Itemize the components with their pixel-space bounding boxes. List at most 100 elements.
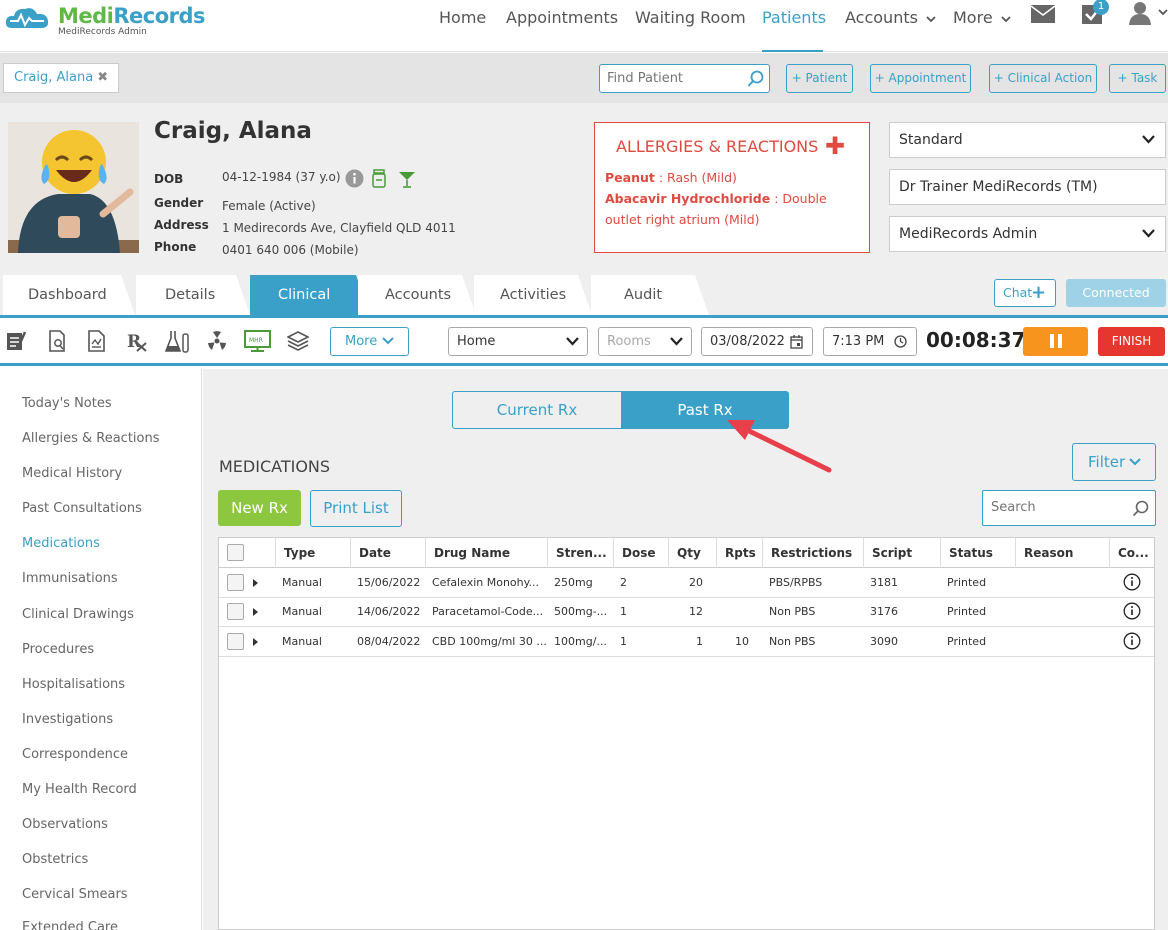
select-all-checkbox[interactable] [227, 544, 244, 561]
new-rx-button[interactable]: New Rx [218, 490, 301, 526]
nav-waiting-room[interactable]: Waiting Room [635, 6, 746, 52]
nav-appointments[interactable]: Appointments [506, 6, 618, 52]
expand-row-icon[interactable] [253, 579, 258, 587]
search-icon[interactable] [747, 70, 765, 88]
add-patient-button[interactable]: + Patient [786, 64, 853, 93]
sidebar-item-my-health-record[interactable]: My Health Record [22, 782, 137, 797]
nav-more[interactable]: More [953, 6, 1011, 52]
chat-button[interactable]: Chat + [994, 279, 1056, 307]
table-row[interactable]: Manual 15/06/2022 Cefalexin Monohy... 25… [219, 568, 1154, 598]
cocktail-glass-icon[interactable] [398, 170, 416, 188]
info-icon[interactable] [345, 169, 364, 188]
clock-icon[interactable] [894, 335, 907, 348]
column-header-type[interactable]: Type [275, 538, 351, 568]
finish-button[interactable]: FINISH [1098, 327, 1165, 356]
my-health-record-icon[interactable]: MHR [244, 330, 271, 352]
tab-clinical[interactable]: Clinical [250, 275, 370, 315]
print-list-button[interactable]: Print List [310, 490, 402, 527]
info-circle-icon[interactable] [1123, 602, 1141, 620]
add-allergy-icon[interactable]: ✚ [825, 132, 845, 160]
tab-activities[interactable]: Activities [474, 275, 592, 315]
filter-button[interactable]: Filter [1072, 443, 1156, 481]
close-icon[interactable]: ✖ [97, 70, 108, 85]
column-header-restrictions[interactable]: Restrictions [762, 538, 864, 568]
column-header-qty[interactable]: Qty [668, 538, 717, 568]
rooms-select[interactable]: Rooms [598, 327, 692, 356]
plus-icon: + [1031, 282, 1047, 303]
user-icon[interactable] [1128, 0, 1168, 26]
expand-row-icon[interactable] [253, 638, 258, 646]
medication-search-input[interactable] [991, 491, 1131, 523]
find-patient-input[interactable] [607, 65, 747, 91]
nav-accounts[interactable]: Accounts [845, 6, 936, 52]
column-header-rpts[interactable]: Rpts [716, 538, 763, 568]
sidebar-item-obstetrics[interactable]: Obstetrics [22, 852, 88, 867]
column-header-drug-name[interactable]: Drug Name [425, 538, 547, 568]
row-checkbox[interactable] [227, 633, 244, 650]
sidebar-item-correspondence[interactable]: Correspondence [22, 747, 128, 762]
sidebar-item-clinical-drawings[interactable]: Clinical Drawings [22, 607, 134, 622]
report-document-icon[interactable] [88, 330, 106, 352]
column-header-dose[interactable]: Dose [613, 538, 669, 568]
tab-dashboard[interactable]: Dashboard [3, 275, 135, 315]
radiation-icon[interactable] [206, 330, 228, 352]
tab-accounts[interactable]: Accounts [358, 275, 476, 315]
add-clinical-action-button[interactable]: + Clinical Action [989, 64, 1097, 93]
tab-details[interactable]: Details [136, 275, 250, 315]
column-header-strength[interactable]: Stren... [547, 538, 614, 568]
location-select[interactable]: Home [448, 327, 588, 356]
sidebar-item-immunisations[interactable]: Immunisations [22, 571, 118, 586]
billing-type-select[interactable]: Standard [889, 122, 1166, 158]
sidebar-item-past-consultations[interactable]: Past Consultations [22, 501, 142, 516]
current-rx-toggle[interactable]: Current Rx [452, 391, 622, 429]
table-row[interactable]: Manual 08/04/2022 CBD 100mg/ml 30 ... 10… [219, 627, 1154, 657]
sidebar-item-cervical-smears[interactable]: Cervical Smears [22, 887, 128, 902]
cell-status: Printed [947, 635, 987, 648]
date-field[interactable]: 03/08/2022 [701, 327, 813, 356]
nav-patients[interactable]: Patients [762, 6, 826, 52]
column-header-date[interactable]: Date [350, 538, 426, 568]
sidebar-item-extended-care[interactable]: Extended Care [22, 920, 118, 930]
column-header-status[interactable]: Status [940, 538, 1016, 568]
patient-tab[interactable]: Craig, Alana ✖ [3, 63, 120, 93]
sidebar-item-observations[interactable]: Observations [22, 817, 108, 832]
sidebar-item-medical-history[interactable]: Medical History [22, 466, 122, 481]
prescription-rx-icon[interactable]: R [127, 330, 148, 352]
pause-button[interactable] [1023, 327, 1088, 356]
stack-layers-icon[interactable] [287, 330, 309, 352]
practitioner-field[interactable]: Dr Trainer MediRecords (TM) [889, 169, 1166, 205]
sidebar-item-procedures[interactable]: Procedures [22, 642, 94, 657]
column-header-reason[interactable]: Reason [1015, 538, 1110, 568]
sidebar-item-investigations[interactable]: Investigations [22, 712, 113, 727]
mail-icon[interactable] [1031, 4, 1055, 24]
connected-button[interactable]: Connected [1066, 279, 1166, 307]
sidebar-item-hospitalisations[interactable]: Hospitalisations [22, 677, 125, 692]
notes-icon[interactable] [6, 330, 26, 352]
nav-home[interactable]: Home [439, 6, 486, 52]
admin-select[interactable]: MediRecords Admin [889, 216, 1166, 252]
row-checkbox[interactable] [227, 574, 244, 591]
medication-bottle-icon[interactable] [372, 169, 386, 188]
document-search-icon[interactable] [49, 330, 67, 352]
lab-flask-icon[interactable] [165, 330, 191, 354]
add-task-button[interactable]: + Task [1109, 64, 1166, 93]
info-circle-icon[interactable] [1123, 573, 1141, 591]
patient-photo[interactable] [8, 122, 139, 253]
sidebar-item-medications[interactable]: Medications [22, 536, 100, 551]
more-tools-button[interactable]: More [330, 327, 409, 356]
calendar-icon[interactable] [790, 335, 803, 349]
column-header-comments[interactable]: Co... [1109, 538, 1154, 568]
sidebar-item-todays-notes[interactable]: Today's Notes [22, 396, 112, 411]
tab-audit[interactable]: Audit [591, 275, 709, 315]
medication-search-field[interactable] [982, 490, 1156, 526]
add-appointment-button[interactable]: + Appointment [870, 64, 971, 93]
time-field[interactable]: 7:13 PM [823, 327, 917, 356]
find-patient-field[interactable] [599, 64, 770, 93]
row-checkbox[interactable] [227, 603, 244, 620]
column-header-script[interactable]: Script [863, 538, 941, 568]
table-row[interactable]: Manual 14/06/2022 Paracetamol-Code... 50… [219, 597, 1154, 627]
info-circle-icon[interactable] [1123, 632, 1141, 650]
sidebar-item-allergies[interactable]: Allergies & Reactions [22, 431, 160, 446]
search-icon[interactable] [1132, 500, 1149, 517]
expand-row-icon[interactable] [253, 608, 258, 616]
